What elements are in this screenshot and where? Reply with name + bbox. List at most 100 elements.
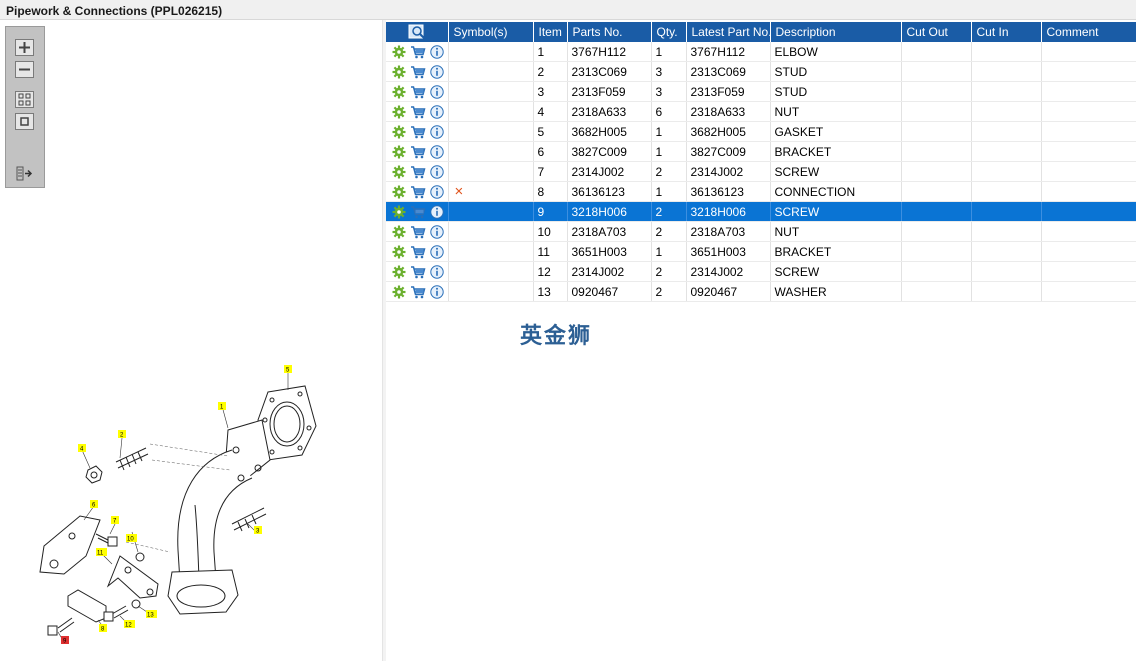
cell-description: NUT	[770, 221, 902, 242]
settings-icon[interactable]	[392, 205, 406, 219]
cell-parts-no: 3651H003	[567, 241, 652, 262]
info-icon[interactable]	[430, 64, 444, 79]
header-comment[interactable]: Comment	[1041, 22, 1136, 42]
cell-symbol	[448, 81, 534, 102]
fit-view-button[interactable]	[15, 91, 34, 108]
callout-4[interactable]: 4	[78, 444, 86, 453]
search-icon[interactable]	[408, 24, 426, 40]
table-row[interactable]: × 8 36136123 1 36136123 CONNECTION	[386, 181, 1136, 202]
cell-description: SCREW	[770, 201, 902, 222]
cart-icon[interactable]	[410, 185, 426, 199]
svg-text:10: 10	[127, 537, 134, 543]
cell-description: CONNECTION	[770, 181, 902, 202]
info-icon[interactable]	[430, 124, 444, 139]
callout-1[interactable]: 1	[218, 402, 226, 411]
callout-6[interactable]: 6	[90, 500, 98, 509]
settings-icon[interactable]	[392, 125, 406, 139]
callout-9[interactable]: 9	[61, 636, 69, 645]
cart-icon[interactable]	[410, 285, 426, 299]
settings-icon[interactable]	[392, 105, 406, 119]
export-button[interactable]	[15, 165, 34, 182]
callout-7[interactable]: 7	[111, 516, 119, 525]
callout-5[interactable]: 5	[284, 365, 292, 374]
table-row[interactable]: 3 2313F059 3 2313F059 STUD	[386, 81, 1136, 102]
callout-3[interactable]: 3	[254, 526, 262, 535]
cell-description: BRACKET	[770, 141, 902, 162]
header-qty[interactable]: Qty.	[651, 22, 687, 42]
cell-cut-in	[971, 121, 1042, 142]
cell-cut-out	[901, 181, 972, 202]
cart-icon[interactable]	[410, 125, 426, 139]
header-parts-no[interactable]: Parts No.	[567, 22, 652, 42]
cart-icon[interactable]	[410, 165, 426, 179]
cell-cut-out	[901, 42, 972, 62]
table-row[interactable]: 9 3218H006 2 3218H006 SCREW	[386, 201, 1136, 222]
header-item[interactable]: Item	[533, 22, 568, 42]
cart-icon[interactable]	[410, 225, 426, 239]
cell-latest-part-no: 2318A703	[686, 221, 771, 242]
header-latest-part-no[interactable]: Latest Part No.	[686, 22, 772, 42]
cell-comment	[1041, 121, 1136, 142]
cell-cut-out	[901, 61, 972, 82]
cell-parts-no: 2314J002	[567, 161, 652, 182]
header-symbols[interactable]: Symbol(s)	[448, 22, 534, 42]
cart-icon[interactable]	[410, 105, 426, 119]
info-icon[interactable]	[430, 104, 444, 119]
settings-icon[interactable]	[392, 65, 406, 79]
info-icon[interactable]	[430, 84, 444, 99]
cell-symbol	[448, 121, 534, 142]
info-icon[interactable]	[430, 244, 444, 259]
settings-icon[interactable]	[392, 145, 406, 159]
table-row[interactable]: 13 0920467 2 0920467 WASHER	[386, 281, 1136, 302]
settings-icon[interactable]	[392, 225, 406, 239]
callout-13[interactable]: 13	[146, 610, 157, 619]
zoom-out-button[interactable]	[15, 61, 34, 78]
info-icon[interactable]	[430, 264, 444, 279]
info-icon[interactable]	[430, 184, 444, 199]
info-icon[interactable]	[430, 204, 444, 219]
info-icon[interactable]	[430, 164, 444, 179]
exploded-parts-diagram[interactable]: 1 2 3 4 5 6 7 8 9 10 11 12 13	[0, 320, 383, 661]
settings-icon[interactable]	[392, 265, 406, 279]
cart-icon[interactable]	[410, 265, 426, 279]
zoom-in-button[interactable]	[15, 39, 34, 56]
cart-icon[interactable]	[410, 245, 426, 259]
cart-icon[interactable]	[410, 65, 426, 79]
header-cut-out[interactable]: Cut Out	[901, 22, 972, 42]
header-search-cell[interactable]	[386, 22, 449, 42]
settings-icon[interactable]	[392, 45, 406, 59]
cart-icon[interactable]	[410, 85, 426, 99]
settings-icon[interactable]	[392, 285, 406, 299]
settings-icon[interactable]	[392, 85, 406, 99]
actual-size-button[interactable]	[15, 113, 34, 130]
callout-12[interactable]: 12	[124, 620, 135, 629]
cart-icon[interactable]	[410, 205, 426, 219]
settings-icon[interactable]	[392, 245, 406, 259]
header-description[interactable]: Description	[770, 22, 902, 42]
settings-icon[interactable]	[392, 165, 406, 179]
table-row[interactable]: 7 2314J002 2 2314J002 SCREW	[386, 161, 1136, 182]
table-row[interactable]: 12 2314J002 2 2314J002 SCREW	[386, 261, 1136, 282]
info-icon[interactable]	[430, 284, 444, 299]
header-cut-in[interactable]: Cut In	[971, 22, 1042, 42]
callout-10[interactable]: 10	[126, 534, 137, 543]
info-icon[interactable]	[430, 44, 444, 59]
table-row[interactable]: 10 2318A703 2 2318A703 NUT	[386, 221, 1136, 242]
callout-8[interactable]: 8	[99, 624, 107, 633]
diagram-pane[interactable]: 1 2 3 4 5 6 7 8 9 10 11 12 13	[0, 20, 383, 661]
table-row[interactable]: 4 2318A633 6 2318A633 NUT	[386, 101, 1136, 122]
info-icon[interactable]	[430, 144, 444, 159]
svg-text:13: 13	[147, 613, 154, 619]
cell-cut-out	[901, 241, 972, 262]
cart-icon[interactable]	[410, 145, 426, 159]
table-row[interactable]: 5 3682H005 1 3682H005 GASKET	[386, 121, 1136, 142]
info-icon[interactable]	[430, 224, 444, 239]
settings-icon[interactable]	[392, 185, 406, 199]
cart-icon[interactable]	[410, 45, 426, 59]
table-row[interactable]: 11 3651H003 1 3651H003 BRACKET	[386, 241, 1136, 262]
table-row[interactable]: 1 3767H112 1 3767H112 ELBOW	[386, 42, 1136, 62]
table-row[interactable]: 2 2313C069 3 2313C069 STUD	[386, 61, 1136, 82]
table-row[interactable]: 6 3827C009 1 3827C009 BRACKET	[386, 141, 1136, 162]
callout-11[interactable]: 11	[96, 548, 107, 557]
callout-2[interactable]: 2	[118, 430, 126, 439]
